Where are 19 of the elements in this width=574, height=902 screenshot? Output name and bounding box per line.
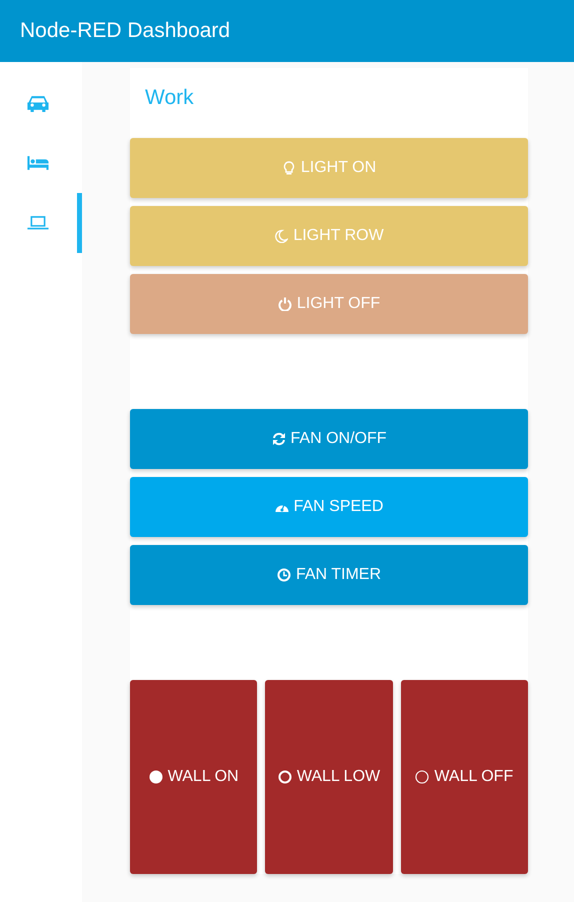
bed-icon xyxy=(26,153,50,173)
bulb-icon xyxy=(282,161,296,175)
dashboard-button[interactable]: FAN ON/OFF xyxy=(130,409,528,469)
car-icon xyxy=(26,93,50,113)
clock-icon xyxy=(276,568,291,582)
group-title: Work xyxy=(145,86,194,110)
circle-outline-icon xyxy=(415,770,430,784)
window-title: Node-RED Dashboard xyxy=(20,19,230,43)
dashboard-button[interactable]: FAN TIMER xyxy=(130,545,528,605)
filled-circle-icon xyxy=(148,770,163,784)
refresh-icon xyxy=(272,432,286,446)
power-icon xyxy=(278,297,292,311)
dashboard-button[interactable]: LIGHT OFF xyxy=(130,274,528,334)
moon-icon xyxy=(274,229,288,243)
ring-icon xyxy=(278,770,292,784)
dashboard-button[interactable]: WALL OFF xyxy=(400,680,528,874)
dashboard-button[interactable]: FAN SPEED xyxy=(130,477,528,537)
dashboard-button[interactable]: WALL LOW xyxy=(265,680,393,874)
dashboard-button[interactable]: WALL ON xyxy=(130,680,258,874)
